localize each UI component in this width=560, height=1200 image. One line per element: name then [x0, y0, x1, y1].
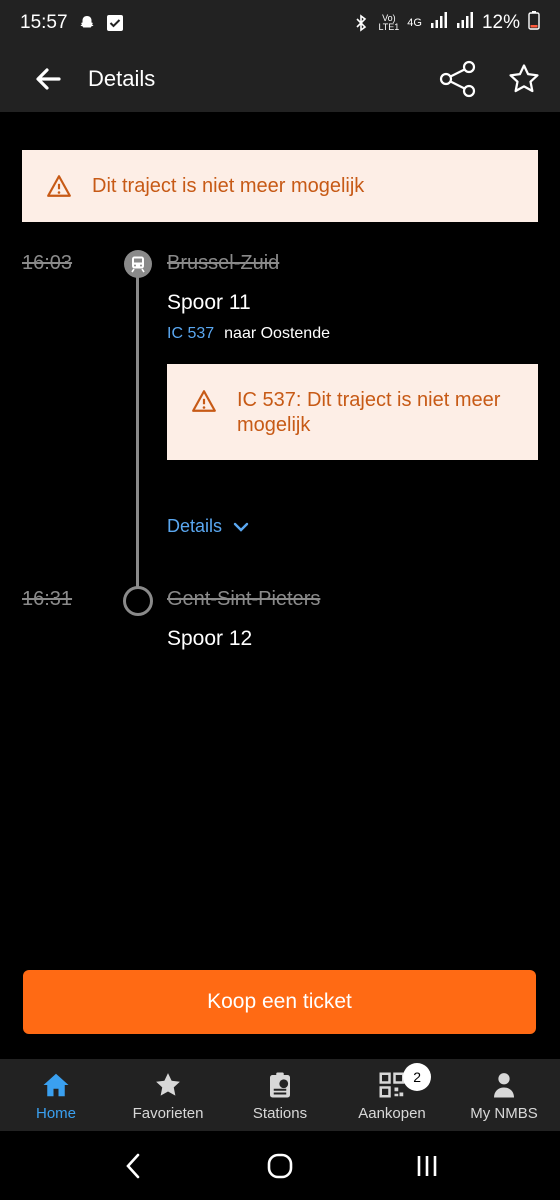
train-stop-marker	[124, 250, 152, 278]
nav-my-nmbs[interactable]: My NMBS	[448, 1059, 560, 1131]
favorite-button[interactable]	[498, 53, 550, 105]
volte-indicator: Vo) LTE1	[378, 13, 400, 32]
details-label: Details	[167, 516, 223, 536]
nav-home[interactable]: Home	[0, 1059, 112, 1131]
status-bar: 15:57 Vo) LTE1 4G 12%	[0, 0, 560, 46]
star-outline-icon	[509, 64, 539, 93]
checkbox-notification-icon	[106, 14, 124, 32]
train-direction: naar Oostende	[224, 325, 330, 342]
chevron-down-icon	[233, 522, 249, 532]
nav-purchases[interactable]: 2 Aankopen	[336, 1059, 448, 1131]
share-icon	[439, 60, 476, 98]
train-alert: IC 537: Dit traject is niet meer mogelij…	[167, 364, 538, 460]
arrival-time: 16:31	[22, 588, 73, 610]
warning-icon	[47, 175, 71, 197]
battery-icon	[528, 10, 540, 36]
snapchat-icon	[78, 14, 96, 32]
timeline-line	[136, 276, 139, 588]
buy-ticket-button[interactable]: Koop een ticket	[23, 970, 536, 1034]
nav-label: Aankopen	[358, 1104, 426, 1122]
recents-icon	[417, 1155, 436, 1176]
departure-station: Brussel-Zuid	[167, 252, 280, 274]
signal-icon-2	[456, 11, 474, 35]
train-id-link[interactable]: IC 537	[167, 325, 214, 343]
route-unavailable-alert: Dit traject is niet meer mogelijk	[22, 150, 538, 222]
chevron-left-icon	[126, 1153, 140, 1178]
system-navigation	[0, 1131, 560, 1200]
destination-marker	[123, 586, 153, 616]
star-icon	[152, 1069, 184, 1101]
battery-percent: 12%	[481, 12, 520, 33]
system-recents-button[interactable]	[397, 1136, 457, 1196]
nav-favorites[interactable]: Favorieten	[112, 1059, 224, 1131]
train-icon	[131, 256, 145, 273]
page-title: Details	[88, 66, 156, 91]
bluetooth-icon	[352, 14, 370, 32]
train-alert-text: IC 537: Dit traject is niet meer mogelij…	[237, 389, 501, 436]
nav-label: Stations	[252, 1104, 308, 1122]
train-info: IC 537 naar Oostende	[167, 325, 330, 343]
signal-icon	[430, 11, 448, 35]
bottom-navigation: Home Favorieten Stations 2 Aankopen My N…	[0, 1059, 560, 1131]
nav-label: Home	[35, 1104, 76, 1122]
app-bar: Details	[0, 46, 560, 112]
arrival-track: Spoor 12	[167, 627, 253, 650]
nav-label: My NMBS	[470, 1104, 538, 1122]
system-back-button[interactable]	[103, 1136, 163, 1196]
purchases-badge: 2	[403, 1063, 432, 1091]
home-icon	[40, 1069, 72, 1101]
status-time: 15:57	[20, 12, 68, 33]
nav-label: Favorieten	[132, 1104, 204, 1122]
alert-text: Dit traject is niet meer mogelijk	[92, 174, 365, 197]
back-button[interactable]	[18, 49, 78, 109]
arrival-station: Gent-Sint-Pieters	[167, 588, 321, 610]
nav-stations[interactable]: Stations	[224, 1059, 336, 1131]
arrow-left-icon	[36, 68, 61, 90]
details-toggle[interactable]: Details	[167, 516, 250, 537]
station-board-icon	[264, 1069, 296, 1101]
person-icon	[488, 1069, 520, 1101]
home-circle-icon	[267, 1153, 293, 1178]
departure-time: 16:03	[22, 252, 73, 274]
warning-icon	[192, 390, 216, 412]
network-type: 4G	[407, 16, 422, 29]
departure-track: Spoor 11	[167, 291, 251, 314]
system-home-button[interactable]	[250, 1136, 310, 1196]
share-button[interactable]	[432, 53, 484, 105]
